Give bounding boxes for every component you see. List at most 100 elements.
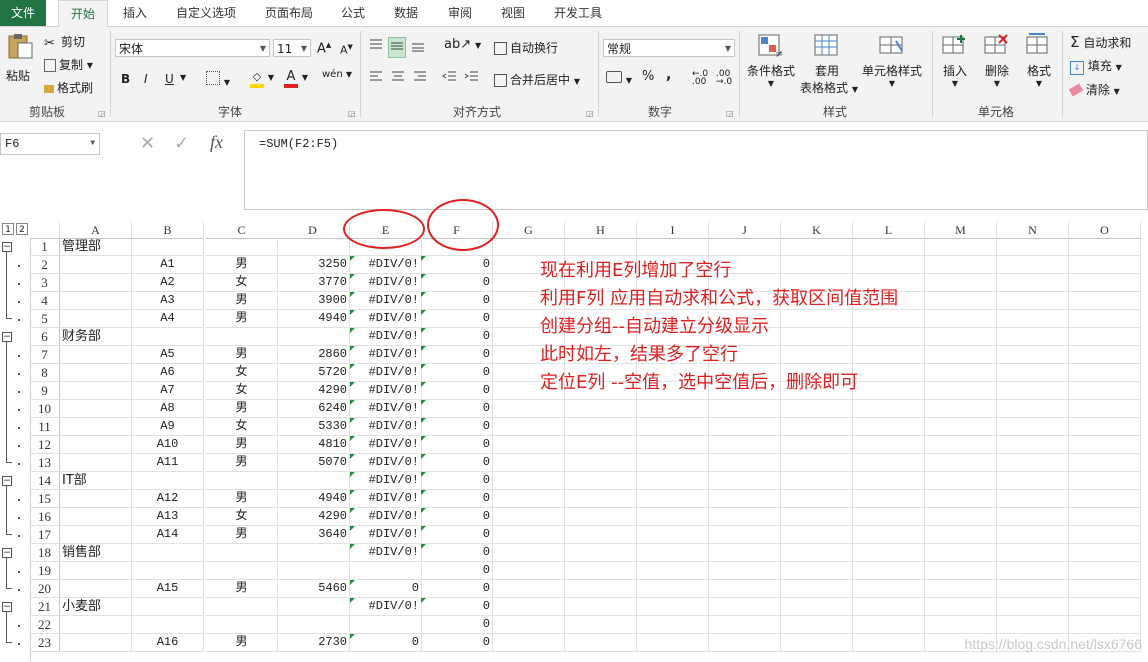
cell-A8[interactable] [60, 364, 132, 382]
cell-L2[interactable] [853, 256, 925, 274]
column-header-N[interactable]: N [997, 221, 1069, 239]
cell-I13[interactable] [637, 454, 709, 472]
cell-L8[interactable] [853, 364, 925, 382]
cell-M11[interactable] [925, 418, 997, 436]
cell-F15[interactable]: 0 [421, 490, 493, 508]
cell-H22[interactable] [565, 616, 637, 634]
shrink-font-button[interactable]: A▼ [340, 43, 353, 57]
cell-O2[interactable] [1069, 256, 1141, 274]
cell-A22[interactable] [60, 616, 132, 634]
cell-B13[interactable]: A11 [132, 454, 204, 472]
cell-F21[interactable]: 0 [421, 598, 493, 616]
cell-J17[interactable] [709, 526, 781, 544]
cell-C13[interactable]: 男 [206, 454, 278, 472]
cell-D3[interactable]: 3770 [276, 274, 350, 292]
cell-K7[interactable] [781, 346, 853, 364]
cell-B20[interactable]: A15 [132, 580, 204, 598]
cell-C5[interactable]: 男 [206, 310, 278, 328]
cell-J22[interactable] [709, 616, 781, 634]
tab-custom[interactable]: 自定义选项 [168, 0, 244, 26]
cell-B23[interactable]: A16 [132, 634, 204, 652]
tab-view[interactable]: 视图 [493, 0, 533, 26]
cell-F13[interactable]: 0 [421, 454, 493, 472]
cell-N21[interactable] [997, 598, 1069, 616]
cell-E23[interactable]: 0 [350, 634, 422, 652]
cell-A6[interactable]: 财务部 [60, 328, 132, 346]
cell-E3[interactable]: #DIV/0! [350, 274, 422, 292]
cell-A15[interactable] [60, 490, 132, 508]
cell-J18[interactable] [709, 544, 781, 562]
cell-A12[interactable] [60, 436, 132, 454]
cell-A11[interactable] [60, 418, 132, 436]
cell-F22[interactable]: 0 [421, 616, 493, 634]
italic-button[interactable]: I [144, 72, 148, 86]
tab-page-layout[interactable]: 页面布局 [258, 0, 320, 26]
row-header[interactable]: 22 [30, 616, 60, 634]
cell-L11[interactable] [853, 418, 925, 436]
cell-G10[interactable] [493, 400, 565, 418]
row-header[interactable]: 3 [30, 274, 60, 292]
cell-F23[interactable]: 0 [421, 634, 493, 652]
cell-K18[interactable] [781, 544, 853, 562]
collapse-group-icon[interactable]: − [2, 242, 12, 252]
cell-K10[interactable] [781, 400, 853, 418]
grow-font-button[interactable]: A▲ [317, 41, 331, 56]
align-top-button[interactable] [368, 37, 384, 56]
font-name-select[interactable]: 宋体 ▼ [115, 39, 270, 57]
cell-D1[interactable] [276, 238, 350, 256]
align-bottom-button[interactable] [410, 37, 426, 56]
cell-N5[interactable] [997, 310, 1069, 328]
cell-G1[interactable] [493, 238, 565, 256]
cell-J19[interactable] [709, 562, 781, 580]
cell-M18[interactable] [925, 544, 997, 562]
cell-H13[interactable] [565, 454, 637, 472]
cell-H15[interactable] [565, 490, 637, 508]
cell-G11[interactable] [493, 418, 565, 436]
cell-O20[interactable] [1069, 580, 1141, 598]
cell-K12[interactable] [781, 436, 853, 454]
cell-L18[interactable] [853, 544, 925, 562]
column-header-J[interactable]: J [709, 221, 781, 239]
cancel-icon[interactable]: ✕ [140, 133, 155, 154]
font-size-select[interactable]: 11 ▼ [273, 39, 311, 57]
cell-L21[interactable] [853, 598, 925, 616]
cell-K19[interactable] [781, 562, 853, 580]
row-header[interactable]: 7 [30, 346, 60, 364]
decrease-decimal-button[interactable]: .00 →.0 [716, 70, 732, 87]
cell-L23[interactable] [853, 634, 925, 652]
cell-D21[interactable] [276, 598, 350, 616]
cell-E8[interactable]: #DIV/0! [350, 364, 422, 382]
cell-M5[interactable] [925, 310, 997, 328]
cell-C18[interactable] [206, 544, 278, 562]
cell-G16[interactable] [493, 508, 565, 526]
cell-O5[interactable] [1069, 310, 1141, 328]
comma-button[interactable]: , [666, 67, 671, 83]
number-format-select[interactable]: 常规 ▼ [603, 39, 735, 57]
cell-K14[interactable] [781, 472, 853, 490]
cell-B2[interactable]: A1 [132, 256, 204, 274]
cell-C20[interactable]: 男 [206, 580, 278, 598]
cell-N1[interactable] [997, 238, 1069, 256]
cell-G20[interactable] [493, 580, 565, 598]
cell-N2[interactable] [997, 256, 1069, 274]
cell-H23[interactable] [565, 634, 637, 652]
paste-button[interactable]: 粘贴 [6, 33, 34, 93]
cell-M9[interactable] [925, 382, 997, 400]
cell-D16[interactable]: 4290 [276, 508, 350, 526]
cell-H12[interactable] [565, 436, 637, 454]
delete-cells-button[interactable]: 删除 ▼ [980, 33, 1014, 88]
cell-G15[interactable] [493, 490, 565, 508]
cell-O12[interactable] [1069, 436, 1141, 454]
cell-J14[interactable] [709, 472, 781, 490]
row-header[interactable]: 1 [30, 238, 60, 256]
cell-G17[interactable] [493, 526, 565, 544]
cell-B3[interactable]: A2 [132, 274, 204, 292]
cell-K6[interactable] [781, 328, 853, 346]
column-header-A[interactable]: A [60, 221, 132, 239]
cell-M17[interactable] [925, 526, 997, 544]
column-header-M[interactable]: M [925, 221, 997, 239]
column-header-K[interactable]: K [781, 221, 853, 239]
cell-E20[interactable]: 0 [350, 580, 422, 598]
font-color-button[interactable]: A ▼ [284, 69, 308, 88]
cell-L22[interactable] [853, 616, 925, 634]
